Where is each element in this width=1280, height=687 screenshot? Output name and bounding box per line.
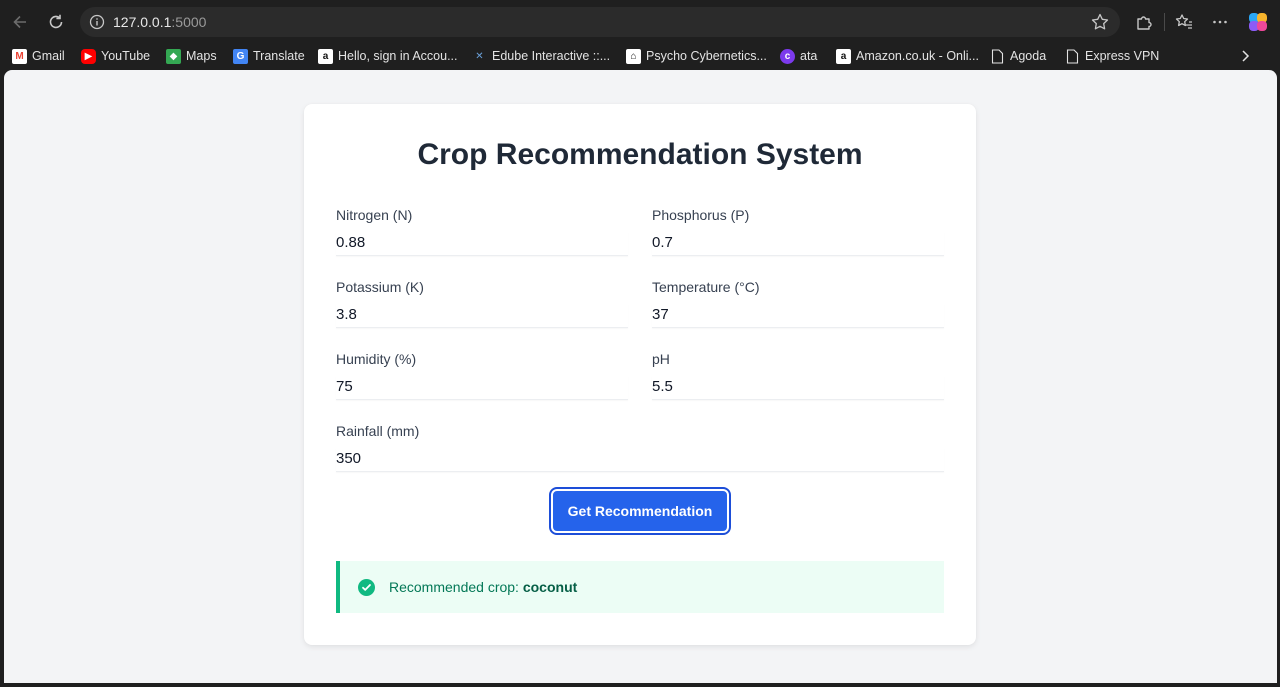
nitrogen-label: Nitrogen (N) [336, 207, 413, 223]
browser-toolbar: 127.0.0.1:5000 [0, 0, 1280, 44]
toolbar-separator [1164, 13, 1165, 31]
result-prefix: Recommended crop: [389, 579, 519, 595]
nitrogen-input[interactable]: 0.88 [336, 232, 628, 256]
bookmark-label: Express VPN [1085, 49, 1160, 63]
temperature-field: Temperature (°C) 37 [652, 279, 944, 328]
phosphorus-label: Phosphorus (P) [652, 207, 750, 223]
potassium-field: Potassium (K) 3.8 [336, 279, 628, 328]
amazon-icon: a [836, 48, 851, 64]
rainfall-label: Rainfall (mm) [336, 423, 420, 439]
rainfall-input[interactable]: 350 [336, 448, 944, 472]
bookmark-label: Translate [253, 49, 305, 63]
bookmark-gmail[interactable]: M Gmail [12, 47, 65, 65]
bookmark-youtube[interactable]: ▶ YouTube [81, 47, 150, 65]
ph-label: pH [652, 351, 670, 367]
favorites-icon[interactable] [1172, 10, 1196, 34]
page-title: Crop Recommendation System [417, 138, 863, 171]
temperature-input[interactable]: 37 [652, 304, 944, 328]
favorite-star-icon[interactable] [1090, 12, 1110, 32]
url-host: 127.0.0.1 [113, 14, 172, 30]
page-viewport: Crop Recommendation System Nitrogen (N) … [4, 70, 1277, 683]
page-icon [1065, 48, 1080, 64]
bookmarks-bar: M Gmail ▶ YouTube ◆ Maps G Translate a H… [0, 44, 1280, 68]
bookmark-label: YouTube [101, 49, 151, 63]
youtube-icon: ▶ [81, 48, 96, 64]
bookmark-edube[interactable]: ✕ Edube Interactive ::... [472, 47, 610, 65]
bookmark-label: Gmail [32, 49, 65, 63]
rainfall-field: Rainfall (mm) 350 [336, 423, 944, 472]
bookmark-ata[interactable]: c ata [780, 47, 817, 65]
edube-icon: ✕ [475, 50, 484, 62]
ph-field: pH 5.5 [652, 351, 944, 400]
bookmark-label: Hello, sign in Accou... [338, 49, 458, 63]
result-text: Recommended crop: coconut [389, 579, 577, 595]
result-alert: Recommended crop: coconut [336, 561, 944, 613]
bookmark-maps[interactable]: ◆ Maps [166, 47, 217, 65]
amazon-icon: a [318, 48, 333, 64]
form-card: Crop Recommendation System Nitrogen (N) … [304, 104, 976, 645]
bookmark-translate[interactable]: G Translate [233, 47, 305, 65]
url-port: :5000 [171, 14, 207, 30]
back-arrow-icon[interactable] [8, 10, 32, 34]
bookmark-label: ata [800, 49, 818, 63]
gmail-icon: M [12, 48, 27, 64]
potassium-input[interactable]: 3.8 [336, 304, 628, 328]
humidity-input[interactable]: 75 [336, 376, 628, 400]
check-circle-icon [358, 578, 375, 596]
translate-icon: G [233, 48, 248, 64]
library-icon: ⌂ [626, 48, 641, 64]
bookmark-label: Amazon.co.uk - Onli... [856, 49, 979, 63]
address-bar[interactable]: 127.0.0.1:5000 [80, 7, 1120, 37]
bookmark-psycho-cybernetics[interactable]: ⌂ Psycho Cybernetics... [626, 47, 767, 65]
bookmark-label: Agoda [1010, 49, 1047, 63]
bookmark-label: Maps [186, 49, 217, 63]
phosphorus-field: Phosphorus (P) 0.7 [652, 207, 944, 256]
page-icon [990, 48, 1005, 64]
chevron-right-icon[interactable] [1238, 47, 1254, 65]
bookmark-amazon-account[interactable]: a Hello, sign in Accou... [318, 47, 458, 65]
bookmark-agoda[interactable]: Agoda [990, 47, 1046, 65]
bookmark-amazon-uk[interactable]: a Amazon.co.uk - Onli... [836, 47, 979, 65]
more-options-icon[interactable] [1208, 10, 1232, 34]
recommended-crop: coconut [522, 579, 578, 595]
bookmark-label: Psycho Cybernetics... [646, 49, 767, 63]
maps-icon: ◆ [166, 48, 181, 64]
reload-icon[interactable] [44, 10, 68, 34]
ph-input[interactable]: 5.5 [652, 376, 944, 400]
temperature-label: Temperature (°C) [652, 279, 760, 295]
humidity-label: Humidity (%) [336, 351, 417, 367]
site-info-icon[interactable] [89, 14, 105, 30]
phosphorus-input[interactable]: 0.7 [652, 232, 944, 256]
humidity-field: Humidity (%) 75 [336, 351, 628, 400]
extensions-icon[interactable] [1132, 10, 1156, 34]
potassium-label: Potassium (K) [336, 279, 424, 295]
bookmark-express-vpn[interactable]: Express VPN [1065, 47, 1159, 65]
ata-icon: c [780, 48, 795, 64]
address-url: 127.0.0.1:5000 [113, 14, 206, 30]
bookmark-label: Edube Interactive ::... [492, 49, 611, 63]
nitrogen-field: Nitrogen (N) 0.88 [336, 207, 628, 256]
copilot-icon[interactable] [1246, 10, 1270, 34]
get-recommendation-button[interactable]: Get Recommendation [549, 487, 731, 535]
